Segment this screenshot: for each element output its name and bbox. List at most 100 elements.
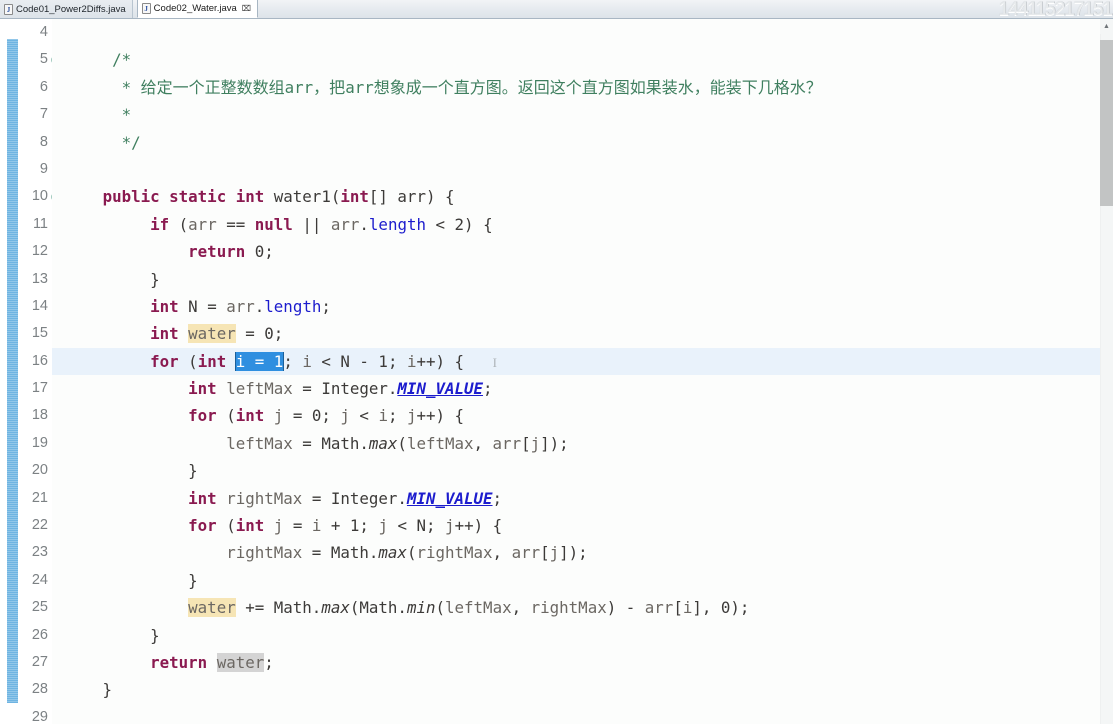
code-line[interactable]: } <box>52 676 1087 703</box>
line-number: 14 <box>31 297 48 314</box>
code-token: int <box>340 187 369 207</box>
code-token: i = 1 <box>235 351 284 371</box>
code-line[interactable]: for (int j = 0; j < i; j++) { <box>52 402 1087 429</box>
code-token: < <box>349 406 379 426</box>
code-text-area[interactable]: /* * 给定一个正整数数组arr，把arr想象成一个直方图。返回这个直方图如果… <box>52 19 1100 724</box>
code-line[interactable]: } <box>52 457 1087 484</box>
code-token: i <box>311 516 322 536</box>
code-line[interactable]: return water; <box>52 649 1087 676</box>
code-token: 想象成一个直方图。返回这个直方图如果装水，能装下几格水？ <box>373 77 822 97</box>
code-token: min <box>406 598 436 618</box>
annotation-ruler[interactable] <box>0 19 19 724</box>
code-line[interactable]: water += Math.max(Math.min(leftMax, righ… <box>52 594 1087 621</box>
code-editor[interactable]: 4 5 6 7 8 9 10 11 12 13 14 15 16 17 18 19 20 21 22 23 24 25 26… <box>0 19 1113 724</box>
code-token: = Integer. <box>292 379 398 399</box>
code-token: , <box>511 598 531 618</box>
close-icon[interactable]: ⌧ <box>242 4 251 13</box>
code-token: int <box>150 324 179 344</box>
code-line[interactable]: } <box>52 567 1087 594</box>
code-line[interactable]: int water = 0; <box>52 320 1087 347</box>
code-token: j <box>530 433 541 453</box>
code-line[interactable] <box>52 156 1087 183</box>
code-line[interactable]: int leftMax = Integer.MIN_VALUE; <box>52 375 1087 402</box>
code-token: 给定一个正整数数组 <box>140 77 285 97</box>
code-token: leftMax <box>226 433 293 453</box>
code-token: ]); <box>559 543 588 563</box>
code-token: = 0; <box>235 324 284 344</box>
line-number: 23 <box>31 544 48 561</box>
code-token: int <box>235 516 265 536</box>
code-token: ( <box>216 406 236 426</box>
line-number: 22 <box>31 517 48 534</box>
code-line[interactable]: * 给定一个正整数数组arr，把arr想象成一个直方图。返回这个直方图如果装水，… <box>52 74 1087 101</box>
code-token: j <box>273 516 284 536</box>
code-token: return <box>150 652 208 672</box>
code-line[interactable]: */ <box>52 129 1087 156</box>
line-number: 16 <box>31 352 48 369</box>
code-token: ( <box>178 351 198 371</box>
code-token: arr <box>345 77 374 97</box>
line-number: 7 <box>39 106 48 123</box>
line-number: 6 <box>39 78 48 95</box>
code-token: MIN_VALUE <box>397 379 484 399</box>
code-line[interactable] <box>52 704 1087 724</box>
code-token: j <box>549 543 560 563</box>
code-line[interactable]: * <box>52 101 1087 128</box>
code-line[interactable]: for (int j = i + 1; j < N; j++) { <box>52 512 1087 539</box>
line-number: 11 <box>32 215 48 232</box>
code-token: j <box>445 516 455 536</box>
line-number-gutter: 4 5 6 7 8 9 10 11 12 13 14 15 16 17 18 19 20 21 22 23 24 25 26… <box>19 19 59 724</box>
code-token: * <box>55 77 141 97</box>
scrollbar-thumb[interactable] <box>1100 40 1113 206</box>
code-line[interactable]: /* <box>52 46 1087 73</box>
code-token: arr <box>188 214 217 234</box>
code-line[interactable]: } <box>52 622 1087 649</box>
code-line[interactable]: for (int i = 1; i < N - 1; i++) { I <box>52 347 1100 376</box>
tab-code02-water[interactable]: J Code02_Water.java ⌧ <box>136 0 258 18</box>
code-line[interactable]: int N = arr.length; <box>52 293 1087 320</box>
code-line[interactable]: } <box>52 266 1087 293</box>
code-token: max <box>368 433 398 453</box>
line-number: 21 <box>31 489 48 506</box>
line-number: 13 <box>31 270 48 287</box>
code-token: ; <box>492 488 503 508</box>
line-number: 18 <box>31 407 48 424</box>
code-line[interactable]: leftMax = Math.max(leftMax, arr[j]); <box>52 430 1087 457</box>
scroll-up-arrow-icon[interactable]: ▲ <box>1100 19 1113 34</box>
line-number: 27 <box>31 653 48 670</box>
code-line[interactable]: rightMax = Math.max(rightMax, arr[j]); <box>52 539 1087 566</box>
code-line[interactable]: int rightMax = Integer.MIN_VALUE; <box>52 485 1087 512</box>
tab-code01-power2diffs[interactable]: J Code01_Power2Diffs.java <box>0 0 133 18</box>
code-token: [ <box>521 433 531 453</box>
code-token: j <box>273 406 284 426</box>
code-token: j <box>407 406 417 426</box>
line-number: 26 <box>31 626 48 643</box>
code-token: * <box>55 105 132 125</box>
line-number: 5 <box>19 46 59 73</box>
code-line[interactable]: return 0; <box>52 238 1087 265</box>
code-line[interactable]: if (arr == null || arr.length < 2) { <box>52 211 1087 238</box>
code-token: ; <box>264 652 274 672</box>
code-token: for <box>188 406 217 426</box>
code-token: return <box>188 242 246 262</box>
code-token: < 2) { <box>426 214 493 234</box>
code-token: max <box>378 543 407 563</box>
code-line[interactable]: public static int water1(int[] arr) { <box>52 183 1087 210</box>
code-token: i <box>682 598 693 618</box>
vertical-scrollbar[interactable]: ▲ <box>1100 19 1113 724</box>
code-line[interactable] <box>52 19 1087 46</box>
code-token: . <box>359 214 369 234</box>
code-token: I <box>492 354 497 370</box>
code-token: water <box>188 324 236 344</box>
code-token: rightMax <box>416 543 493 563</box>
